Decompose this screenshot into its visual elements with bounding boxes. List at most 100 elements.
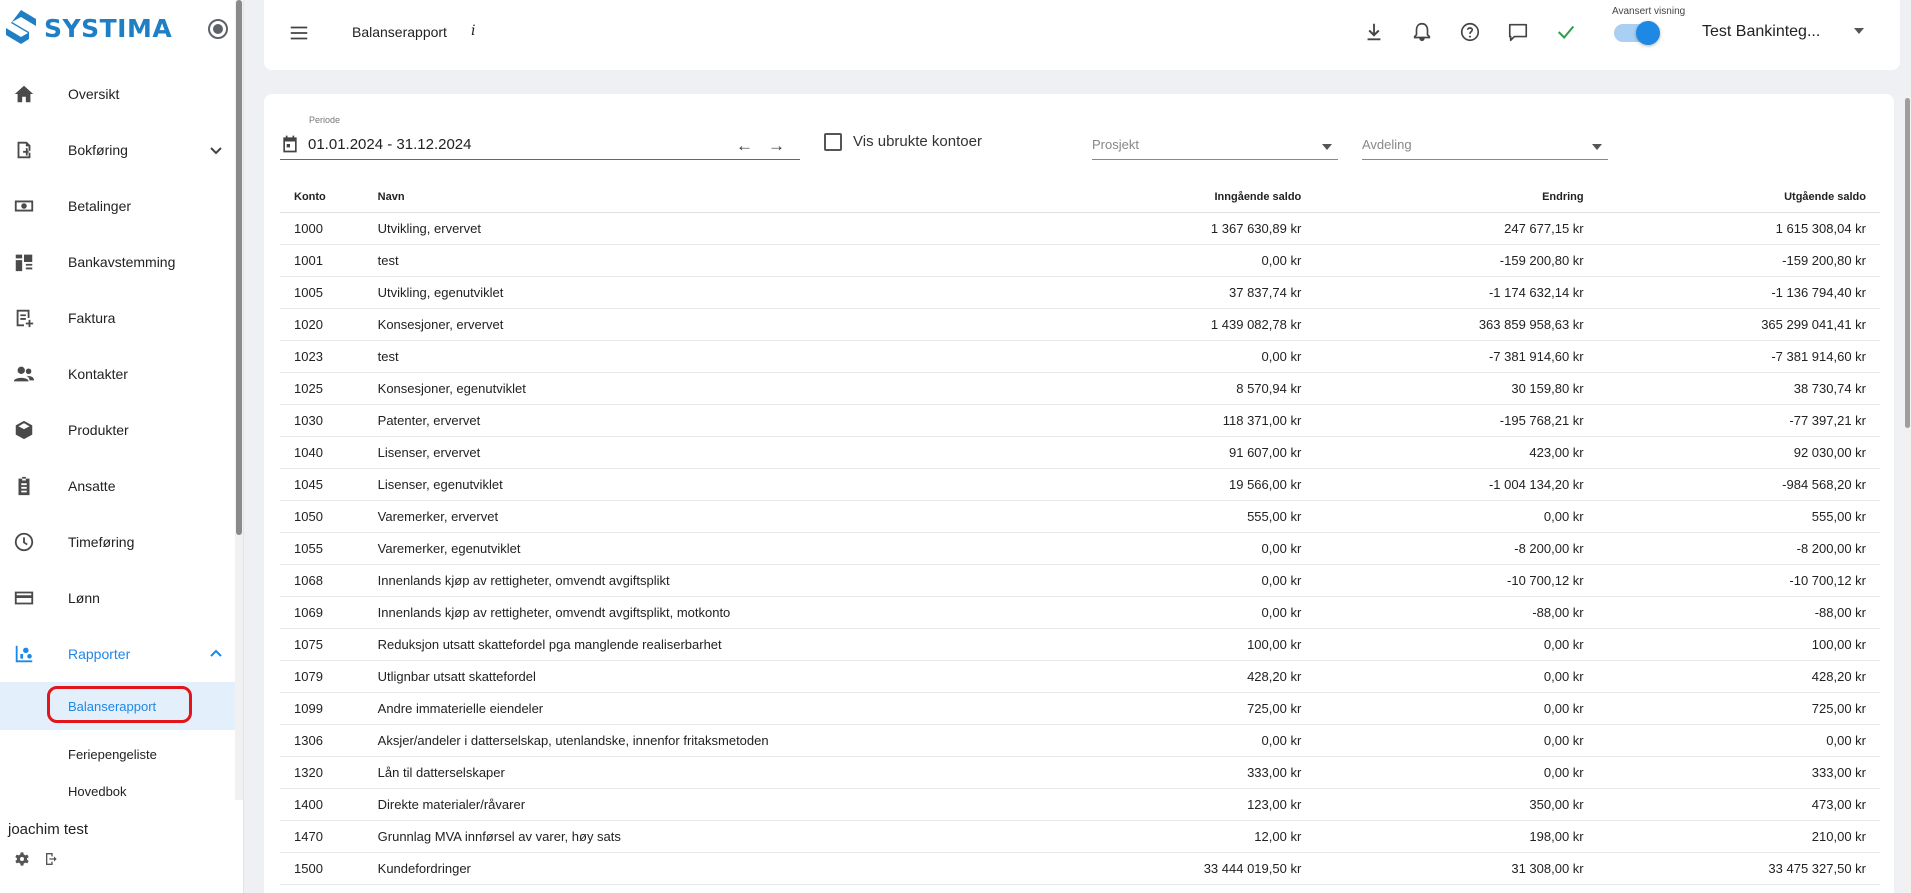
sidebar-scrollbar-thumb[interactable]	[236, 0, 242, 535]
column-header-konto[interactable]: Konto	[280, 182, 364, 213]
cell-konto: 1030	[280, 404, 364, 437]
sidebar-item-oversikt[interactable]: Oversikt	[0, 66, 236, 122]
sidebar-item-betalinger[interactable]: Betalinger	[0, 178, 236, 234]
chevron-down-icon[interactable]	[208, 142, 224, 158]
balance-table: Konto Navn Inngående saldo Endring Utgåe…	[280, 182, 1880, 885]
column-header-inngaende[interactable]: Inngående saldo	[1012, 182, 1316, 213]
company-selector[interactable]: Test Bankinteg...	[1702, 23, 1820, 41]
unused-accounts-label[interactable]: Vis ubrukte kontoer	[853, 133, 982, 150]
table-row[interactable]: 1000 Utvikling, ervervet 1 367 630,89 kr 24…	[280, 212, 1880, 245]
table-row[interactable]: 1050 Varemerker, ervervet 555,00 kr 0,00 kr…	[280, 500, 1880, 533]
systima-logo-icon	[6, 10, 36, 44]
reports-icon	[12, 642, 36, 666]
sidebar-subitem-feriepengeliste[interactable]: Feriepengeliste	[0, 730, 236, 778]
cell-inngaende: 0,00 kr	[1012, 244, 1316, 277]
cell-navn: Konsesjoner, ervervet	[363, 308, 1013, 341]
bell-icon[interactable]	[1410, 20, 1434, 44]
table-row[interactable]: 1400 Direkte materialer/råvarer 123,00 kr 3…	[280, 788, 1880, 821]
table-row[interactable]: 1320 Lån til datterselskaper 333,00 kr 0,00…	[280, 756, 1880, 789]
sidebar-item-kontakter[interactable]: Kontakter	[0, 346, 236, 402]
advanced-view-toggle[interactable]	[1614, 21, 1660, 45]
table-row[interactable]: 1079 Utlignbar utsatt skattefordel 428,20 …	[280, 660, 1880, 693]
table-row[interactable]: 1099 Andre immaterielle eiendeler 725,00 k…	[280, 692, 1880, 725]
unused-accounts-checkbox[interactable]	[824, 133, 842, 151]
cell-inngaende: 37 837,74 kr	[1012, 276, 1316, 309]
cell-navn: Grunnlag MVA innførsel av varer, høy sat…	[363, 820, 1013, 853]
main-scrollbar-thumb[interactable]	[1905, 98, 1910, 428]
sidebar-subitem-hovedbok[interactable]: Hovedbok	[0, 778, 236, 798]
cell-endring: 363 859 958,63 kr	[1315, 308, 1598, 341]
table-row[interactable]: 1001 test 0,00 kr -159 200,80 kr -159 200,80…	[280, 244, 1880, 277]
department-placeholder: Avdeling	[1362, 137, 1412, 152]
gear-icon[interactable]	[14, 851, 30, 872]
table-row[interactable]: 1069 Innenlands kjøp av rettigheter, omve…	[280, 596, 1880, 629]
previous-period-button[interactable]: ←	[736, 136, 753, 156]
table-row[interactable]: 1075 Reduksjon utsatt skattefordel pga ma…	[280, 628, 1880, 661]
caret-down-icon	[1322, 144, 1332, 150]
menu-icon[interactable]	[288, 22, 312, 46]
cell-utgaende: 473,00 kr	[1597, 788, 1880, 821]
sidebar-item-produkter[interactable]: Produkter	[0, 402, 236, 458]
sidebar-item-rapporter[interactable]: Rapporter	[0, 626, 236, 682]
cell-endring: 0,00 kr	[1315, 756, 1598, 789]
help-icon[interactable]	[1458, 20, 1482, 44]
cell-utgaende: 0,00 kr	[1597, 724, 1880, 757]
cell-inngaende: 8 570,94 kr	[1012, 372, 1316, 405]
next-period-button[interactable]: →	[768, 136, 785, 156]
cell-navn: Patenter, ervervet	[363, 404, 1013, 437]
report-card: Periode 01.01.2024 - 31.12.2024 ← → Vis …	[264, 94, 1894, 893]
cell-navn: Lån til datterselskaper	[363, 756, 1013, 789]
chat-icon[interactable]	[1506, 20, 1530, 44]
table-row[interactable]: 1470 Grunnlag MVA innførsel av varer, høy…	[280, 820, 1880, 853]
cell-navn: Varemerker, ervervet	[363, 500, 1013, 533]
sidebar-item-bokforing[interactable]: Bokføring	[0, 122, 236, 178]
sidebar-subitem-balanserapport[interactable]: Balanserapport	[0, 682, 236, 730]
theme-toggle-icon[interactable]	[208, 19, 228, 39]
sidebar-item-faktura[interactable]: Faktura	[0, 290, 236, 346]
table-row[interactable]: 1055 Varemerker, egenutviklet 0,00 kr -8 20…	[280, 532, 1880, 565]
table-row[interactable]: 1030 Patenter, ervervet 118 371,00 kr -195 …	[280, 404, 1880, 437]
cell-konto: 1001	[280, 244, 364, 277]
info-icon[interactable]: i	[471, 23, 475, 39]
table-row[interactable]: 1020 Konsesjoner, ervervet 1 439 082,78 kr…	[280, 308, 1880, 341]
column-header-utgaende[interactable]: Utgående saldo	[1597, 182, 1880, 213]
table-row[interactable]: 1500 Kundefordringer 33 444 019,50 kr 31 30…	[280, 852, 1880, 885]
cell-konto: 1040	[280, 436, 364, 469]
cell-utgaende: 365 299 041,41 kr	[1597, 308, 1880, 341]
sidebar-item-lonn[interactable]: Lønn	[0, 570, 236, 626]
cell-navn: Aksjer/andeler i datterselskap, utenland…	[363, 724, 1013, 757]
logout-icon[interactable]	[44, 851, 60, 872]
cell-konto: 1005	[280, 276, 364, 309]
column-header-endring[interactable]: Endring	[1315, 182, 1598, 213]
caret-down-icon[interactable]	[1854, 28, 1864, 34]
period-value[interactable]: 01.01.2024 - 31.12.2024	[308, 136, 471, 153]
sidebar-item-timeforing[interactable]: Timeføring	[0, 514, 236, 570]
table-row[interactable]: 1068 Innenlands kjøp av rettigheter, omve…	[280, 564, 1880, 597]
project-select[interactable]: Prosjekt	[1092, 130, 1338, 160]
table-row[interactable]: 1005 Utvikling, egenutviklet 37 837,74 kr -…	[280, 276, 1880, 309]
sidebar-item-bankavstemming[interactable]: Bankavstemming	[0, 234, 236, 290]
cell-konto: 1025	[280, 372, 364, 405]
table-row[interactable]: 1306 Aksjer/andeler i datterselskap, uten…	[280, 724, 1880, 757]
sidebar-scrollbar[interactable]	[235, 0, 243, 800]
sidebar-item-label: Produkter	[68, 422, 129, 438]
download-icon[interactable]	[1362, 20, 1386, 44]
column-header-navn[interactable]: Navn	[363, 182, 1013, 213]
cell-konto: 1470	[280, 820, 364, 853]
period-field[interactable]: 01.01.2024 - 31.12.2024 ← →	[280, 130, 800, 160]
chevron-up-icon[interactable]	[208, 646, 224, 662]
cell-navn: Innenlands kjøp av rettigheter, omvendt …	[363, 564, 1013, 597]
cell-navn: Varemerker, egenutviklet	[363, 532, 1013, 565]
table-row[interactable]: 1023 test 0,00 kr -7 381 914,60 kr -7 381 91…	[280, 340, 1880, 373]
calendar-icon[interactable]	[280, 134, 300, 154]
table-row[interactable]: 1040 Lisenser, ervervet 91 607,00 kr 423,00…	[280, 436, 1880, 469]
brand-logo[interactable]: SYSTIMA	[4, 8, 172, 48]
department-select[interactable]: Avdeling	[1362, 130, 1608, 160]
user-actions	[14, 851, 60, 872]
sidebar-item-ansatte[interactable]: Ansatte	[0, 458, 236, 514]
sidebar-item-label: Ansatte	[68, 478, 116, 494]
cell-inngaende: 0,00 kr	[1012, 532, 1316, 565]
table-row[interactable]: 1025 Konsesjoner, egenutviklet 8 570,94 kr…	[280, 372, 1880, 405]
table-row[interactable]: 1045 Lisenser, egenutviklet 19 566,00 kr -1…	[280, 468, 1880, 501]
check-icon[interactable]	[1554, 20, 1578, 44]
